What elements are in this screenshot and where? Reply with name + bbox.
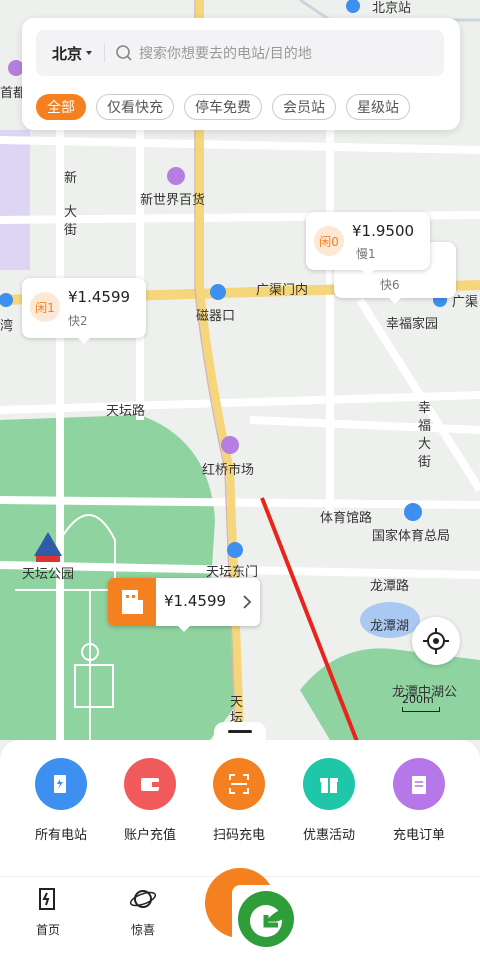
- tab-home[interactable]: 首页: [18, 885, 78, 938]
- pin-count: 快6: [380, 278, 400, 292]
- scan-charge-button[interactable]: 扫码充电: [194, 758, 284, 843]
- label-guojia: 国家体育总局: [372, 528, 450, 544]
- label-guangqu-w: 广渠: [452, 295, 478, 310]
- tab-label: 首页: [35, 923, 60, 937]
- function-label: 账户充值: [123, 828, 176, 843]
- label-xinshijie: 新世界百货: [140, 192, 205, 208]
- label-xingfu: 幸福家园: [386, 316, 438, 332]
- station-pin[interactable]: 闲1 ¥1.4599 快2: [22, 278, 146, 344]
- city-selector[interactable]: 北京: [52, 43, 93, 64]
- divider: [104, 44, 106, 62]
- map-scale: 200m: [402, 693, 440, 712]
- label-xingfu-st1: 幸: [418, 401, 431, 416]
- label-tiyu: 体育馆路: [320, 510, 372, 526]
- gift-icon: [303, 758, 355, 810]
- label-xin: 新: [64, 170, 77, 186]
- function-label: 所有电站: [34, 828, 87, 843]
- station-pin[interactable]: 闲0 ¥1.9500 慢1: [306, 212, 430, 276]
- label-beijing-station: 北京站: [372, 1, 411, 16]
- pin-idle-badge: 闲0: [314, 226, 344, 256]
- filter-all[interactable]: 全部: [36, 94, 86, 120]
- scan-icon: [213, 758, 265, 810]
- pin-idle-badge: 闲1: [30, 292, 60, 322]
- function-label: 扫码充电: [212, 828, 265, 843]
- filter-chips: 全部 仅看快充 停车免费 会员站 星级站: [36, 94, 410, 120]
- label-tiantan-park: 天坛公园: [22, 567, 74, 582]
- caret-down-icon: [86, 51, 93, 55]
- leaf-logo-icon: [238, 891, 294, 947]
- filter-free-parking[interactable]: 停车免费: [184, 94, 262, 120]
- filter-fast-only[interactable]: 仅看快充: [96, 94, 174, 120]
- charger-icon: [39, 888, 55, 910]
- tab-surprise[interactable]: 惊喜: [113, 885, 173, 938]
- recharge-button[interactable]: 账户充值: [105, 758, 195, 843]
- filter-member[interactable]: 会员站: [272, 94, 336, 120]
- label-xingfu-st2: 福: [418, 419, 431, 434]
- city-label: 北京: [52, 44, 83, 63]
- pin-count: 慢1: [356, 247, 376, 261]
- search-bar[interactable]: 北京 搜索你想要去的电站/目的地: [36, 30, 444, 76]
- scale-bar: [402, 707, 440, 712]
- wallet-icon: [124, 758, 176, 810]
- crosshair-icon: [423, 628, 449, 654]
- watermark-logo: [232, 885, 300, 953]
- search-placeholder[interactable]: 搜索你想要去的电站/目的地: [139, 43, 312, 63]
- planet-icon: [129, 890, 157, 908]
- pin-price: ¥1.9500: [352, 222, 415, 240]
- label-tian1: 天: [230, 695, 243, 710]
- clipboard-icon: [393, 758, 445, 810]
- label-longtan-road: 龙潭路: [370, 578, 409, 594]
- label-hongqiao: 红桥市场: [202, 462, 254, 478]
- station-icon: [35, 758, 87, 810]
- featured-price: ¥1.4599: [164, 592, 227, 610]
- function-label: 充电订单: [392, 828, 445, 843]
- all-stations-button[interactable]: 所有电站: [16, 758, 106, 843]
- label-wan: 湾: [0, 318, 13, 334]
- scale-label: 200m: [402, 693, 434, 706]
- tab-label: 惊喜: [130, 923, 155, 937]
- featured-station-pin[interactable]: ¥1.4599: [108, 578, 260, 632]
- filter-star[interactable]: 星级站: [346, 94, 410, 120]
- label-cikou: 磁器口: [196, 309, 235, 324]
- label-jie: 街: [64, 223, 77, 238]
- promotions-button[interactable]: 优惠活动: [284, 758, 374, 843]
- station-building-icon: [108, 578, 156, 626]
- pin-count: 快2: [68, 314, 88, 328]
- function-label: 优惠活动: [302, 828, 355, 843]
- label-xingfu-st4: 街: [418, 455, 431, 470]
- label-guangqu: 广渠门内: [256, 282, 308, 298]
- search-card: 北京 搜索你想要去的电站/目的地 全部 仅看快充 停车免费 会员站 星级站: [22, 18, 460, 130]
- search-icon: [116, 45, 132, 61]
- label-tiantan-road: 天坛路: [106, 403, 145, 419]
- chevron-right-icon: [243, 595, 252, 609]
- locate-button[interactable]: [412, 617, 460, 665]
- pin-price: ¥1.4599: [68, 288, 131, 306]
- orders-button[interactable]: 充电订单: [374, 758, 464, 843]
- label-xingfu-st3: 大: [418, 437, 431, 452]
- label-longtan-lake: 龙潭湖: [370, 619, 409, 634]
- label-da: 大: [64, 205, 77, 220]
